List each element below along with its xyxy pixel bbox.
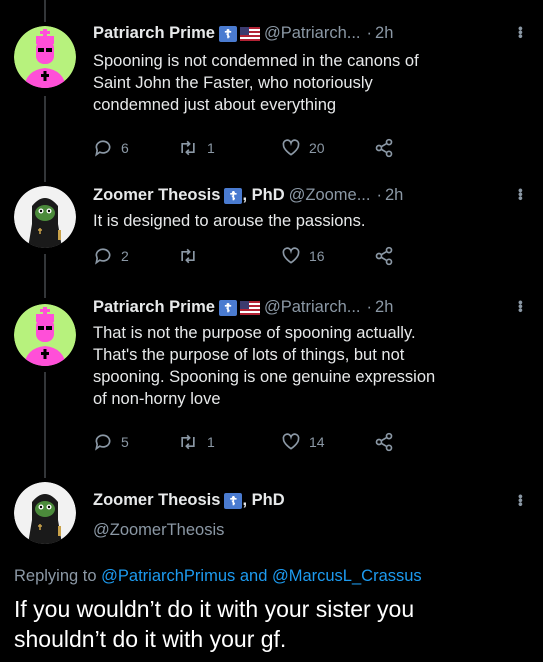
thread-line — [44, 0, 46, 22]
us-flag-icon — [239, 300, 260, 315]
timestamp[interactable]: 2h — [375, 24, 393, 43]
retweet-count: 1 — [207, 434, 215, 450]
like-count: 14 — [309, 434, 325, 450]
thread-line — [44, 96, 46, 182]
tweet-header: Patriarch Prime ☦ @Patriarch... · 2h — [93, 24, 393, 43]
tweet-text: Spooning is not condemned in the canons … — [93, 52, 419, 114]
retweet-icon — [181, 434, 195, 450]
separator-dot: · — [366, 24, 373, 42]
share-button[interactable] — [373, 432, 403, 452]
display-name[interactable]: Patriarch Prime — [93, 24, 215, 43]
replying-to: Replying to @PatriarchPrimus and @Marcus… — [14, 567, 422, 586]
display-name-suffix: , PhD — [242, 186, 285, 204]
timestamp[interactable]: 2h — [375, 298, 393, 317]
separator-dot: · — [366, 298, 373, 316]
retweet-button[interactable]: 1 — [177, 432, 281, 452]
share-button[interactable] — [373, 246, 403, 266]
tweet-header: Zoomer Theosis ☦ , PhD @Zoome... · 2h — [93, 186, 403, 205]
tweet-actions: 5 1 14 — [93, 432, 403, 452]
reply-icon — [95, 434, 111, 451]
reply-icon — [95, 140, 111, 157]
thread-line — [44, 254, 46, 298]
thread-line — [44, 372, 46, 478]
avatar-patriarch-prime[interactable] — [14, 304, 76, 366]
handle[interactable]: @Zoome... — [289, 186, 371, 205]
main-tweet-header: Zoomer Theosis ☦ , PhD — [93, 491, 285, 510]
cross-badge-icon: ☦ — [224, 492, 243, 509]
cross-badge-icon: ☦ — [218, 299, 237, 316]
retweet-button[interactable]: 1 — [177, 138, 281, 158]
share-icon — [375, 246, 393, 266]
avatar-zoomer-theosis[interactable] — [14, 186, 76, 248]
tweet-actions: 6 1 20 — [93, 138, 403, 158]
reply-button[interactable]: 5 — [93, 432, 177, 452]
handle[interactable]: @Patriarch... — [264, 24, 361, 43]
main-tweet-text: If you wouldn’t do it with your sister y… — [14, 596, 415, 652]
us-flag-icon — [239, 26, 260, 41]
reply-count: 2 — [121, 248, 129, 264]
reply-count: 6 — [121, 140, 129, 156]
replying-to-label: Replying to — [14, 567, 102, 585]
like-count: 16 — [309, 248, 325, 264]
reply-mention-link[interactable]: @PatriarchPrimus — [101, 567, 235, 585]
timestamp[interactable]: 2h — [385, 186, 403, 205]
like-count: 20 — [309, 140, 325, 156]
reply-mention-link[interactable]: @MarcusL_Crassus — [272, 567, 422, 585]
like-button[interactable]: 14 — [281, 432, 373, 452]
like-button[interactable]: 20 — [281, 138, 373, 158]
tweet-text: That is not the purpose of spooning actu… — [93, 324, 436, 408]
avatar-zoomer-theosis[interactable] — [14, 482, 76, 544]
more-options-icon[interactable]: ••• — [513, 494, 529, 506]
display-name[interactable]: Zoomer Theosis — [93, 491, 220, 510]
heart-icon — [282, 139, 300, 156]
tweet-actions: 2 16 — [93, 246, 403, 266]
more-options-icon[interactable]: ••• — [513, 188, 529, 200]
display-name[interactable]: Patriarch Prime — [93, 298, 215, 317]
tweet-header: Patriarch Prime ☦ @Patriarch... · 2h — [93, 298, 393, 317]
handle[interactable]: @Patriarch... — [264, 298, 361, 317]
handle[interactable]: @ZoomerTheosis — [93, 521, 224, 540]
heart-icon — [282, 247, 300, 264]
cross-badge-icon: ☦ — [218, 25, 237, 42]
share-icon — [375, 138, 393, 158]
reply-button[interactable]: 6 — [93, 138, 177, 158]
display-name[interactable]: Zoomer Theosis — [93, 186, 220, 205]
display-name-suffix: , PhD — [242, 491, 285, 509]
reply-icon — [95, 248, 111, 265]
share-button[interactable] — [373, 138, 403, 158]
avatar-patriarch-prime[interactable] — [14, 26, 76, 88]
heart-icon — [282, 433, 300, 450]
share-icon — [375, 432, 393, 452]
more-options-icon[interactable]: ••• — [513, 300, 529, 312]
tweet-text: It is designed to arouse the passions. — [93, 212, 366, 230]
like-button[interactable]: 16 — [281, 246, 373, 266]
reply-button[interactable]: 2 — [93, 246, 177, 266]
reply-and-label: and — [235, 567, 272, 585]
reply-count: 5 — [121, 434, 129, 450]
more-options-icon[interactable]: ••• — [513, 26, 529, 38]
cross-badge-icon: ☦ — [224, 187, 243, 204]
retweet-button[interactable] — [177, 246, 281, 266]
separator-dot: · — [376, 186, 382, 204]
retweet-icon — [181, 140, 195, 156]
retweet-count: 1 — [207, 140, 215, 156]
retweet-icon — [181, 248, 195, 264]
